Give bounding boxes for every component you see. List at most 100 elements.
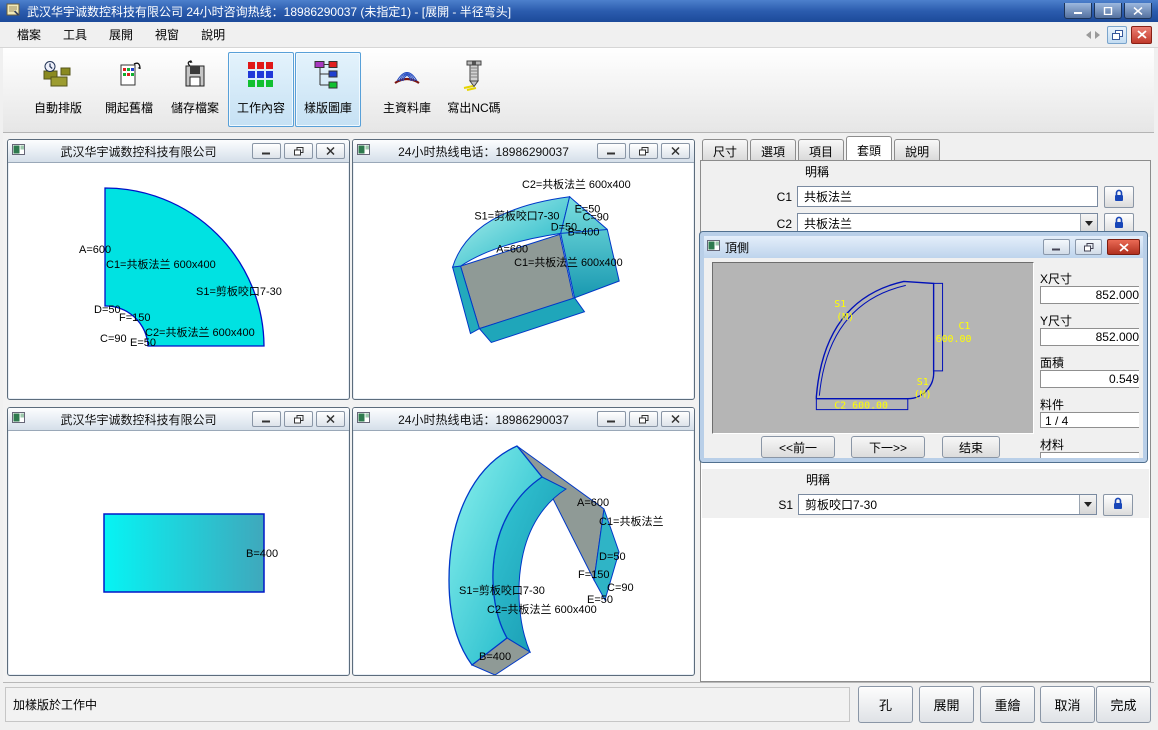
child-close-icon[interactable] — [1131, 26, 1152, 44]
svg-text:F=150: F=150 — [578, 569, 610, 581]
dialog-fields: X尺寸 852.000 Y尺寸 852.000 面積 0.549 料件 1 / … — [1040, 266, 1139, 458]
iso-bottom-viewport[interactable]: A=600 C1=共板法兰 D=50 F=150 C=90 S1=剪板咬口7-3… — [354, 432, 693, 674]
svg-text:C1=共板法兰 600x400: C1=共板法兰 600x400 — [106, 257, 216, 271]
next-button[interactable]: 下一>> — [851, 436, 925, 458]
child-titlebar[interactable]: 武汉华宇诚数控科技有限公司 — [8, 408, 349, 431]
rect-view-drawing: B=400 — [9, 432, 350, 676]
flat-pattern-viewport[interactable]: A=600 C1=共板法兰 600x400 S1=剪板咬口7-30 D=50 F… — [9, 164, 348, 398]
hole-button[interactable]: 孔 — [858, 686, 913, 723]
close-icon[interactable] — [1107, 239, 1140, 255]
dialog-icon — [707, 240, 720, 254]
tool-label: 寫出NC碼 — [447, 99, 500, 116]
restore-icon[interactable] — [1075, 239, 1102, 255]
minimize-icon[interactable] — [597, 411, 626, 427]
rect-view-viewport[interactable]: B=400 — [9, 432, 348, 674]
master-database-icon — [390, 58, 424, 92]
close-icon[interactable] — [661, 143, 690, 159]
menu-file[interactable]: 檔案 — [6, 22, 52, 47]
restore-icon[interactable] — [284, 143, 313, 159]
redraw-button[interactable]: 重繪 — [980, 686, 1035, 723]
y-size-label: Y尺寸 — [1040, 312, 1139, 326]
top-side-dialog: 頂側 S1 (M) C1 600.00 S1 (M) C2 600.00 <<前… — [700, 232, 1147, 462]
minimize-icon[interactable] — [1064, 3, 1092, 19]
nav-prev-icon[interactable] — [1086, 31, 1091, 39]
restore-icon[interactable] — [629, 411, 658, 427]
minimize-icon[interactable] — [597, 143, 626, 159]
close-icon[interactable] — [316, 143, 345, 159]
svg-text:(M): (M) — [836, 312, 854, 323]
tab-size[interactable]: 尺寸 — [702, 139, 748, 160]
restore-icon[interactable] — [284, 411, 313, 427]
menu-tools[interactable]: 工具 — [52, 22, 98, 47]
previous-button[interactable]: <<前一 — [761, 436, 835, 458]
area-label: 面積 — [1040, 354, 1139, 368]
close-icon[interactable] — [316, 411, 345, 427]
auto-nest-button[interactable]: 自動排版 — [25, 52, 91, 127]
dialog-title: 頂側 — [725, 239, 1038, 256]
child-restore-icon[interactable] — [1107, 26, 1127, 44]
c1-lock-button[interactable] — [1104, 186, 1134, 208]
tab-collar[interactable]: 套頭 — [846, 136, 892, 160]
main-titlebar[interactable]: 武汉华宇诚数控科技有限公司 24小时咨询热线：18986290037 (未指定1… — [0, 0, 1158, 22]
s1-name-dropdown[interactable]: 剪板咬口7-30 — [798, 494, 1097, 515]
material-value — [1040, 452, 1139, 458]
child-titlebar[interactable]: 武汉华宇诚数控科技有限公司 — [8, 140, 349, 163]
c1-name-field[interactable]: 共板法兰 — [797, 186, 1098, 207]
save-file-button[interactable]: 儲存檔案 — [162, 52, 228, 127]
tool-label: 開起舊檔 — [105, 99, 153, 116]
preview-canvas: S1 (M) C1 600.00 S1 (M) C2 600.00 — [712, 262, 1034, 434]
write-nc-code-button[interactable]: 寫出NC碼 — [441, 52, 507, 127]
svg-text:D=50: D=50 — [94, 304, 121, 316]
template-library-button[interactable]: 樣版圖庫 — [295, 52, 361, 127]
dropdown-arrow-icon[interactable] — [1079, 495, 1096, 514]
c2-name-dropdown[interactable]: 共板法兰 — [797, 213, 1098, 234]
x-size-label: X尺寸 — [1040, 270, 1139, 284]
menu-unfold[interactable]: 展開 — [98, 22, 144, 47]
iso-top-viewport[interactable]: C2=共板法兰 600x400 S1=剪板咬口7-30 E=50 C=90 D=… — [354, 164, 693, 398]
dialog-titlebar[interactable]: 頂側 — [704, 236, 1143, 258]
menu-window[interactable]: 視窗 — [144, 22, 190, 47]
minimize-icon[interactable] — [1043, 239, 1070, 255]
tool-label: 自動排版 — [34, 99, 82, 116]
cancel-button[interactable]: 取消 — [1040, 686, 1095, 723]
done-button[interactable]: 完成 — [1096, 686, 1151, 723]
tab-options[interactable]: 選項 — [750, 139, 796, 160]
tab-items[interactable]: 項目 — [798, 139, 844, 160]
svg-text:C1=共板法兰 600x400: C1=共板法兰 600x400 — [514, 255, 623, 269]
close-icon[interactable] — [1124, 3, 1152, 19]
tab-help[interactable]: 說明 — [894, 139, 940, 160]
dropdown-arrow-icon[interactable] — [1080, 214, 1097, 233]
svg-text:C2 600.00: C2 600.00 — [834, 401, 888, 412]
minimize-icon[interactable] — [252, 143, 281, 159]
finish-button[interactable]: 结束 — [942, 436, 1000, 458]
unfold-button[interactable]: 展開 — [919, 686, 974, 723]
template-library-icon — [313, 58, 343, 92]
master-database-button[interactable]: 主資料庫 — [374, 52, 440, 127]
auto-nest-icon — [42, 58, 74, 92]
restore-icon[interactable] — [629, 143, 658, 159]
x-size-value: 852.000 — [1040, 286, 1139, 304]
lock-icon — [1112, 497, 1124, 513]
lock-icon — [1113, 216, 1125, 232]
svg-text:C2=共板法兰 600x400: C2=共板法兰 600x400 — [487, 602, 597, 616]
close-icon[interactable] — [661, 411, 690, 427]
svg-text:C2=共板法兰 600x400: C2=共板法兰 600x400 — [145, 325, 255, 339]
menu-help[interactable]: 說明 — [190, 22, 236, 47]
child-titlebar[interactable]: 24小时热线电话：18986290037 — [353, 408, 694, 431]
part-label: 料件 — [1040, 396, 1139, 410]
child-titlebar[interactable]: 24小时热线电话：18986290037 — [353, 140, 694, 163]
nav-next-icon[interactable] — [1095, 31, 1100, 39]
mdi-window-iso-bottom: 24小时热线电话：18986290037 A=600 C1=共板法兰 D=50 … — [352, 407, 695, 676]
menubar: 檔案 工具 展開 視窗 說明 — [0, 22, 1158, 48]
minimize-icon[interactable] — [252, 411, 281, 427]
work-content-button[interactable]: 工作內容 — [228, 52, 294, 127]
svg-text:C1=共板法兰: C1=共板法兰 — [599, 514, 664, 528]
preview-drawing: S1 (M) C1 600.00 S1 (M) C2 600.00 — [713, 263, 1033, 433]
c2-name-value: 共板法兰 — [804, 215, 852, 232]
s1-lock-button[interactable] — [1103, 494, 1133, 516]
toolbar: 自動排版 開起舊檔 儲存檔案 工作內容 樣版圖庫 主資料庫 寫出NC碼 — [3, 48, 1154, 133]
maximize-icon[interactable] — [1094, 3, 1122, 19]
open-file-button[interactable]: 開起舊檔 — [96, 52, 162, 127]
svg-text:S1: S1 — [917, 377, 929, 388]
dialog-body: S1 (M) C1 600.00 S1 (M) C2 600.00 <<前一 下… — [708, 262, 1139, 458]
